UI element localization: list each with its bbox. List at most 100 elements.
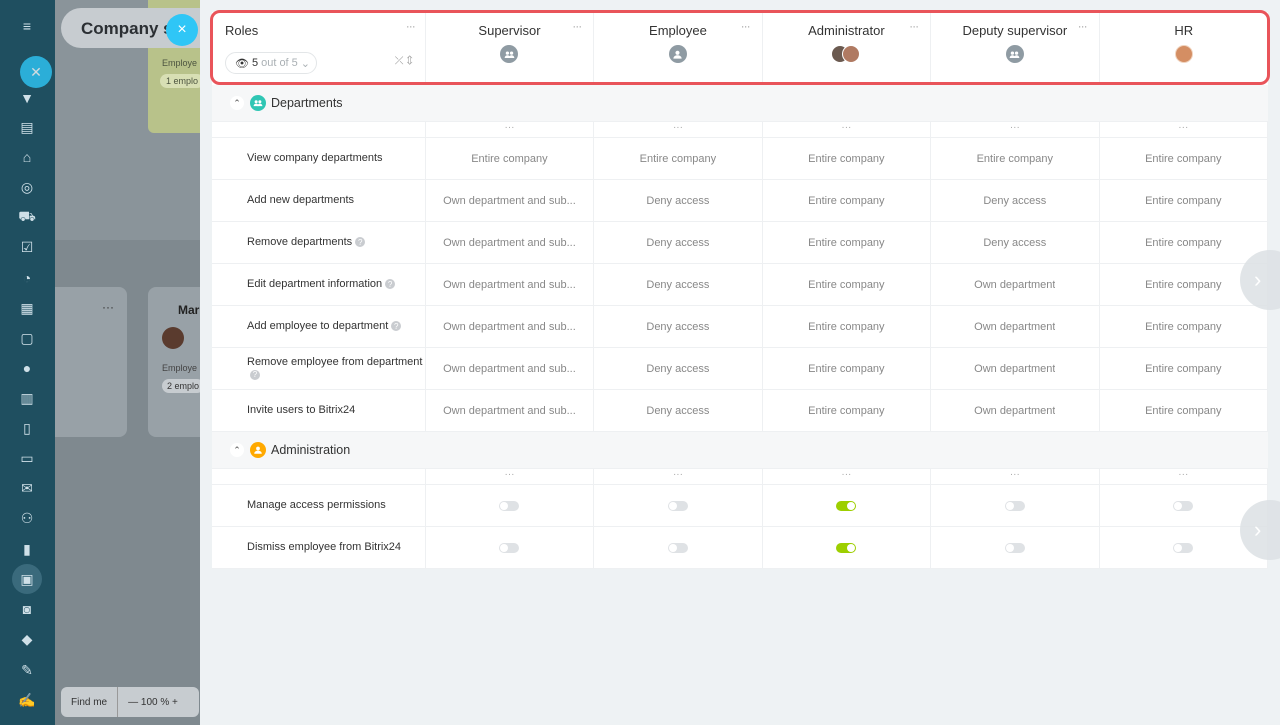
find-me-button[interactable]: Find me <box>61 687 119 717</box>
permission-toggle[interactable] <box>1173 500 1194 511</box>
permission-value[interactable]: Entire company <box>763 306 932 347</box>
help-icon[interactable]: ? <box>250 369 260 380</box>
permission-toggle[interactable] <box>667 542 688 553</box>
permission-value[interactable]: Own department and sub... <box>426 306 595 347</box>
permission-value[interactable]: Entire company <box>1100 348 1269 389</box>
zoom-control[interactable]: — 100 % + <box>118 697 178 708</box>
permission-value[interactable]: Deny access <box>594 348 763 389</box>
chevron-up-icon[interactable]: ⌃ <box>230 443 244 457</box>
permission-toggle[interactable] <box>499 500 520 511</box>
target-icon[interactable]: ◎ <box>16 176 38 198</box>
chart-icon[interactable]: ▮ <box>16 538 38 560</box>
permission-value[interactable]: Entire company <box>763 138 932 179</box>
permission-value[interactable]: Own department and sub... <box>426 264 595 305</box>
permission-toggle[interactable] <box>836 542 857 553</box>
more-icon[interactable]: ··· <box>594 469 763 484</box>
more-icon[interactable]: ··· <box>931 122 1100 137</box>
close-button[interactable]: × <box>166 14 198 46</box>
more-icon[interactable]: ··· <box>406 19 416 33</box>
more-icon[interactable]: ··· <box>741 19 751 33</box>
more-icon[interactable]: ··· <box>909 19 919 33</box>
users-icon[interactable]: ⚇ <box>16 507 38 529</box>
permission-toggle[interactable] <box>1004 500 1025 511</box>
help-icon[interactable]: ? <box>391 321 402 332</box>
permission-value[interactable]: Entire company <box>1100 306 1269 347</box>
permission-toggle[interactable] <box>667 500 688 511</box>
permission-value[interactable]: Own department and sub... <box>426 390 595 431</box>
menu-icon[interactable]: ≡ <box>16 15 38 37</box>
permission-value[interactable]: Deny access <box>594 264 763 305</box>
permission-value[interactable]: Entire company <box>426 138 595 179</box>
permission-toggle[interactable] <box>499 542 520 553</box>
permission-value[interactable]: Own department <box>931 390 1100 431</box>
building-icon[interactable]: ⌂ <box>16 146 38 168</box>
permission-value[interactable]: Entire company <box>1100 138 1269 179</box>
permission-value[interactable]: Entire company <box>931 138 1100 179</box>
more-icon[interactable]: ··· <box>1078 19 1088 33</box>
permission-value[interactable]: Entire company <box>1100 222 1269 263</box>
checkbox-icon[interactable]: ☑ <box>16 236 38 258</box>
permission-value[interactable]: Entire company <box>763 348 932 389</box>
permission-value[interactable]: Entire company <box>763 180 932 221</box>
role-column-header[interactable]: Employee ··· <box>594 12 763 85</box>
more-icon[interactable]: ··· <box>426 122 595 137</box>
permission-value[interactable]: Own department <box>931 306 1100 347</box>
chat-icon[interactable]: ▢ <box>16 327 38 349</box>
roles-selector[interactable]: 👁 5 out of 5 ⌄ <box>225 52 317 74</box>
contacts-icon[interactable]: ▣ <box>12 564 42 594</box>
more-icon[interactable]: ··· <box>931 469 1100 484</box>
box-icon[interactable]: ◆ <box>16 628 38 650</box>
more-icon[interactable]: ··· <box>763 469 932 484</box>
filter-icon[interactable]: ▼ <box>16 87 38 109</box>
permission-value[interactable]: Entire company <box>1100 180 1269 221</box>
cart-icon[interactable]: ⛟ <box>16 206 38 228</box>
schedule-icon[interactable]: ▥ <box>16 387 38 409</box>
role-column-header[interactable]: Deputy supervisor ··· <box>931 12 1100 85</box>
drive-icon[interactable]: ▭ <box>16 447 38 469</box>
role-column-header[interactable]: HR <box>1100 12 1268 85</box>
permission-value[interactable]: Entire company <box>1100 390 1269 431</box>
robot-icon[interactable]: ◙ <box>16 598 38 620</box>
sign-icon[interactable]: ✍ <box>16 689 38 711</box>
permission-value[interactable]: Entire company <box>763 390 932 431</box>
more-icon[interactable]: ··· <box>1100 469 1269 484</box>
role-column-header[interactable]: Supervisor ··· <box>426 12 595 85</box>
permission-value[interactable]: Deny access <box>594 222 763 263</box>
pie-icon[interactable]: ◔ <box>16 267 38 289</box>
close-icon[interactable]: ✕ <box>20 56 52 88</box>
permission-value[interactable]: Entire company <box>763 264 932 305</box>
permission-value[interactable]: Deny access <box>594 306 763 347</box>
permission-value[interactable]: Entire company <box>763 222 932 263</box>
permission-value[interactable]: Own department <box>931 264 1100 305</box>
permission-value[interactable]: Own department and sub... <box>426 180 595 221</box>
document-icon[interactable]: ▯ <box>16 417 38 439</box>
permission-toggle[interactable] <box>836 500 857 511</box>
help-icon[interactable]: ? <box>385 279 396 290</box>
permission-toggle[interactable] <box>1173 542 1194 553</box>
chevron-up-icon[interactable]: ⌃ <box>230 96 244 110</box>
permission-value[interactable]: Deny access <box>931 180 1100 221</box>
tasks-icon[interactable]: ▤ <box>16 116 38 138</box>
calendar-icon[interactable]: ▦ <box>16 297 38 319</box>
permission-value[interactable]: Deny access <box>931 222 1100 263</box>
permission-value[interactable]: Entire company <box>594 138 763 179</box>
permission-value[interactable]: Deny access <box>594 390 763 431</box>
edit-icon[interactable]: ✎ <box>16 659 38 681</box>
more-icon[interactable]: ··· <box>426 469 595 484</box>
circle-icon[interactable]: ● <box>16 357 38 379</box>
permission-value[interactable]: Deny access <box>594 180 763 221</box>
collapse-expand-icon[interactable]: ⤫ ⇕ <box>395 55 413 68</box>
permission-value[interactable]: Own department <box>931 348 1100 389</box>
more-icon[interactable]: ··· <box>763 122 932 137</box>
permission-value[interactable]: Own department and sub... <box>426 222 595 263</box>
more-icon[interactable]: ··· <box>572 19 582 33</box>
section-header[interactable]: ⌃ Administration <box>212 432 1268 469</box>
role-column-header[interactable]: Administrator ··· <box>763 12 932 85</box>
section-header[interactable]: ⌃ Departments <box>212 85 1268 122</box>
more-icon[interactable]: ··· <box>1100 122 1269 137</box>
permission-value[interactable]: Own department and sub... <box>426 348 595 389</box>
mail-icon[interactable]: ✉ <box>16 477 38 499</box>
more-icon[interactable]: ··· <box>594 122 763 137</box>
help-icon[interactable]: ? <box>355 237 366 248</box>
permission-toggle[interactable] <box>1004 542 1025 553</box>
